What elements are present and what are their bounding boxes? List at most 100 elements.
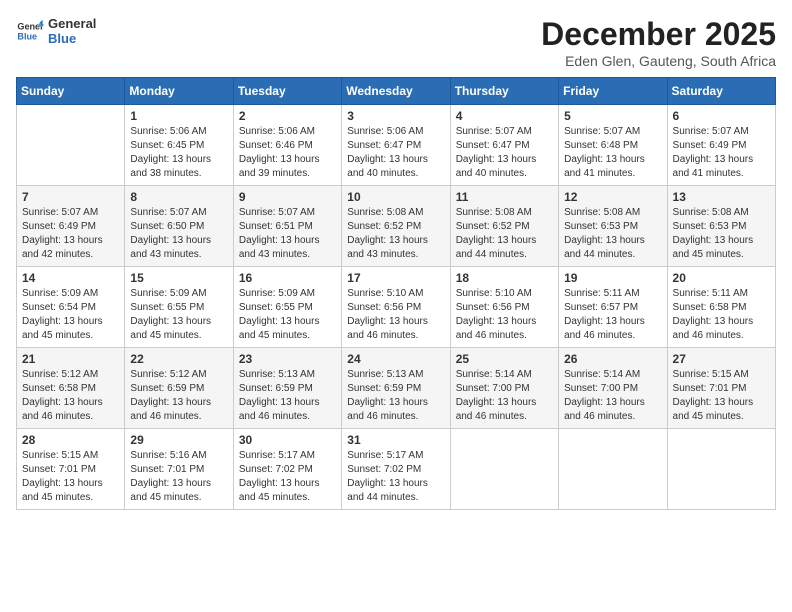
header-saturday: Saturday xyxy=(667,78,775,105)
day-number: 26 xyxy=(564,352,661,366)
calendar-cell: 7 Sunrise: 5:07 AMSunset: 6:49 PMDaylight… xyxy=(17,186,125,267)
header-tuesday: Tuesday xyxy=(233,78,341,105)
day-number: 24 xyxy=(347,352,444,366)
day-number: 5 xyxy=(564,109,661,123)
calendar-cell: 8 Sunrise: 5:07 AMSunset: 6:50 PMDaylight… xyxy=(125,186,233,267)
calendar-cell: 14Sunrise: 5:09 AMSunset: 6:54 PMDayligh… xyxy=(17,267,125,348)
svg-text:Blue: Blue xyxy=(17,31,37,41)
logo-text-line1: General xyxy=(48,16,96,31)
day-number: 23 xyxy=(239,352,336,366)
day-info: Sunrise: 5:16 AMSunset: 7:01 PMDaylight:… xyxy=(130,449,227,505)
header-wednesday: Wednesday xyxy=(342,78,450,105)
logo: General Blue General Blue xyxy=(16,16,96,46)
day-info: Sunrise: 5:17 AMSunset: 7:02 PMDaylight:… xyxy=(239,449,336,505)
calendar-cell: 31 Sunrise: 5:17 AMSunset: 7:02 PMDayligh… xyxy=(342,429,450,510)
calendar-cell: 30 Sunrise: 5:17 AMSunset: 7:02 PMDayligh… xyxy=(233,429,341,510)
calendar-cell: 27 Sunrise: 5:15 AMSunset: 7:01 PMDayligh… xyxy=(667,348,775,429)
calendar-cell: 20 Sunrise: 5:11 AMSunset: 6:58 PMDayligh… xyxy=(667,267,775,348)
day-number: 11 xyxy=(456,190,553,204)
location-subtitle: Eden Glen, Gauteng, South Africa xyxy=(541,53,776,69)
day-info: Sunrise: 5:07 AMSunset: 6:50 PMDaylight:… xyxy=(130,206,227,262)
calendar-cell: 12 Sunrise: 5:08 AMSunset: 6:53 PMDayligh… xyxy=(559,186,667,267)
calendar-cell: 18Sunrise: 5:10 AMSunset: 6:56 PMDayligh… xyxy=(450,267,558,348)
day-number: 31 xyxy=(347,433,444,447)
day-info: Sunrise: 5:10 AMSunset: 6:56 PMDaylight:… xyxy=(456,287,553,343)
calendar-cell: 23 Sunrise: 5:13 AMSunset: 6:59 PMDayligh… xyxy=(233,348,341,429)
header-thursday: Thursday xyxy=(450,78,558,105)
calendar-cell: 19Sunrise: 5:11 AMSunset: 6:57 PMDayligh… xyxy=(559,267,667,348)
day-info: Sunrise: 5:12 AMSunset: 6:58 PMDaylight:… xyxy=(22,368,119,424)
day-number: 22 xyxy=(130,352,227,366)
day-number: 2 xyxy=(239,109,336,123)
day-info: Sunrise: 5:07 AMSunset: 6:49 PMDaylight:… xyxy=(673,125,770,181)
calendar-cell: 4 Sunrise: 5:07 AMSunset: 6:47 PMDaylight… xyxy=(450,105,558,186)
calendar-cell xyxy=(559,429,667,510)
day-info: Sunrise: 5:17 AMSunset: 7:02 PMDaylight:… xyxy=(347,449,444,505)
day-info: Sunrise: 5:15 AMSunset: 7:01 PMDaylight:… xyxy=(673,368,770,424)
day-number: 16 xyxy=(239,271,336,285)
calendar-cell: 11 Sunrise: 5:08 AMSunset: 6:52 PMDayligh… xyxy=(450,186,558,267)
day-number: 3 xyxy=(347,109,444,123)
day-number: 29 xyxy=(130,433,227,447)
day-info: Sunrise: 5:10 AMSunset: 6:56 PMDaylight:… xyxy=(347,287,444,343)
calendar-cell: 29 Sunrise: 5:16 AMSunset: 7:01 PMDayligh… xyxy=(125,429,233,510)
day-number: 8 xyxy=(130,190,227,204)
calendar-cell: 13Sunrise: 5:08 AMSunset: 6:53 PMDayligh… xyxy=(667,186,775,267)
day-info: Sunrise: 5:06 AMSunset: 6:46 PMDaylight:… xyxy=(239,125,336,181)
calendar-week-1: 1 Sunrise: 5:06 AMSunset: 6:45 PMDaylight… xyxy=(17,105,776,186)
page-header: General Blue General Blue December 2025 … xyxy=(16,16,776,69)
day-info: Sunrise: 5:06 AMSunset: 6:45 PMDaylight:… xyxy=(130,125,227,181)
day-number: 21 xyxy=(22,352,119,366)
day-number: 17 xyxy=(347,271,444,285)
calendar-cell: 2 Sunrise: 5:06 AMSunset: 6:46 PMDaylight… xyxy=(233,105,341,186)
calendar-table: SundayMondayTuesdayWednesdayThursdayFrid… xyxy=(16,77,776,510)
day-number: 27 xyxy=(673,352,770,366)
day-number: 19 xyxy=(564,271,661,285)
day-number: 28 xyxy=(22,433,119,447)
day-info: Sunrise: 5:09 AMSunset: 6:55 PMDaylight:… xyxy=(239,287,336,343)
header-monday: Monday xyxy=(125,78,233,105)
day-info: Sunrise: 5:06 AMSunset: 6:47 PMDaylight:… xyxy=(347,125,444,181)
day-number: 20 xyxy=(673,271,770,285)
calendar-cell: 28 Sunrise: 5:15 AMSunset: 7:01 PMDayligh… xyxy=(17,429,125,510)
day-info: Sunrise: 5:09 AMSunset: 6:54 PMDaylight:… xyxy=(22,287,119,343)
day-info: Sunrise: 5:13 AMSunset: 6:59 PMDaylight:… xyxy=(347,368,444,424)
calendar-week-4: 21 Sunrise: 5:12 AMSunset: 6:58 PMDayligh… xyxy=(17,348,776,429)
calendar-cell xyxy=(450,429,558,510)
header-friday: Friday xyxy=(559,78,667,105)
day-number: 7 xyxy=(22,190,119,204)
header-sunday: Sunday xyxy=(17,78,125,105)
day-info: Sunrise: 5:11 AMSunset: 6:58 PMDaylight:… xyxy=(673,287,770,343)
calendar-cell: 3 Sunrise: 5:06 AMSunset: 6:47 PMDaylight… xyxy=(342,105,450,186)
day-number: 1 xyxy=(130,109,227,123)
calendar-cell xyxy=(17,105,125,186)
calendar-cell xyxy=(667,429,775,510)
logo-icon: General Blue xyxy=(16,17,44,45)
calendar-cell: 9Sunrise: 5:07 AMSunset: 6:51 PMDaylight… xyxy=(233,186,341,267)
calendar-cell: 5Sunrise: 5:07 AMSunset: 6:48 PMDaylight… xyxy=(559,105,667,186)
day-info: Sunrise: 5:13 AMSunset: 6:59 PMDaylight:… xyxy=(239,368,336,424)
day-number: 12 xyxy=(564,190,661,204)
day-number: 4 xyxy=(456,109,553,123)
calendar-cell: 6Sunrise: 5:07 AMSunset: 6:49 PMDaylight… xyxy=(667,105,775,186)
calendar-cell: 22Sunrise: 5:12 AMSunset: 6:59 PMDayligh… xyxy=(125,348,233,429)
logo-text-line2: Blue xyxy=(48,31,96,46)
day-info: Sunrise: 5:08 AMSunset: 6:53 PMDaylight:… xyxy=(564,206,661,262)
day-number: 15 xyxy=(130,271,227,285)
day-info: Sunrise: 5:07 AMSunset: 6:47 PMDaylight:… xyxy=(456,125,553,181)
calendar-header-row: SundayMondayTuesdayWednesdayThursdayFrid… xyxy=(17,78,776,105)
day-info: Sunrise: 5:08 AMSunset: 6:52 PMDaylight:… xyxy=(456,206,553,262)
day-number: 25 xyxy=(456,352,553,366)
day-info: Sunrise: 5:07 AMSunset: 6:51 PMDaylight:… xyxy=(239,206,336,262)
calendar-cell: 16 Sunrise: 5:09 AMSunset: 6:55 PMDayligh… xyxy=(233,267,341,348)
calendar-cell: 24 Sunrise: 5:13 AMSunset: 6:59 PMDayligh… xyxy=(342,348,450,429)
calendar-cell: 15Sunrise: 5:09 AMSunset: 6:55 PMDayligh… xyxy=(125,267,233,348)
day-info: Sunrise: 5:07 AMSunset: 6:49 PMDaylight:… xyxy=(22,206,119,262)
day-info: Sunrise: 5:14 AMSunset: 7:00 PMDaylight:… xyxy=(456,368,553,424)
day-info: Sunrise: 5:15 AMSunset: 7:01 PMDaylight:… xyxy=(22,449,119,505)
month-title: December 2025 xyxy=(541,16,776,53)
calendar-week-3: 14Sunrise: 5:09 AMSunset: 6:54 PMDayligh… xyxy=(17,267,776,348)
day-number: 30 xyxy=(239,433,336,447)
calendar-cell: 21 Sunrise: 5:12 AMSunset: 6:58 PMDayligh… xyxy=(17,348,125,429)
calendar-cell: 26Sunrise: 5:14 AMSunset: 7:00 PMDayligh… xyxy=(559,348,667,429)
